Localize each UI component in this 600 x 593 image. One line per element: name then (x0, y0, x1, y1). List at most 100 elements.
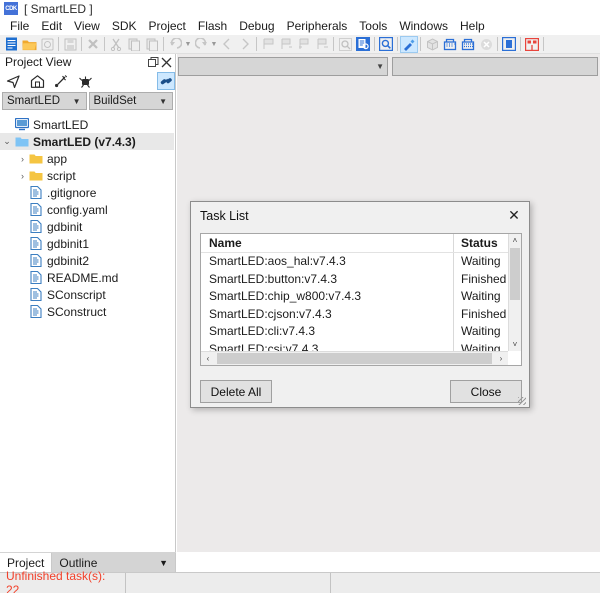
status-bar: Unfinished task(s): 22 (0, 569, 600, 593)
close-button[interactable]: Close (450, 380, 522, 403)
tree-item-script[interactable]: › script (0, 167, 174, 184)
menu-windows[interactable]: Windows (393, 18, 454, 34)
menu-help[interactable]: Help (454, 18, 491, 34)
tree-twisty-collapsed[interactable]: › (0, 171, 28, 181)
dialog-title-bar: Task List ✕ (191, 202, 529, 229)
close-panel-icon[interactable] (160, 56, 173, 69)
scroll-right-icon[interactable]: › (494, 354, 508, 363)
resize-grip[interactable] (518, 397, 526, 405)
menu-edit[interactable]: Edit (35, 18, 68, 34)
close-icon[interactable]: ✕ (503, 206, 525, 226)
link-icon[interactable] (157, 72, 175, 90)
stop-icon (477, 36, 495, 53)
chevron-down-icon[interactable]: ▼ (149, 558, 168, 568)
file-icon (28, 186, 44, 199)
project-tree[interactable]: SmartLED ⌄ SmartLED (v7.4.3) › app › scr… (0, 116, 174, 552)
horizontal-scroll-track[interactable] (215, 353, 494, 364)
undo-icon (166, 36, 184, 53)
components-icon[interactable] (52, 72, 70, 90)
file-icon (28, 288, 44, 301)
toolbar-separator (333, 37, 334, 51)
home-icon[interactable] (28, 72, 46, 90)
toolbar-separator (543, 37, 544, 51)
project-selector-combo[interactable]: SmartLED ▼ (2, 92, 87, 110)
float-panel-icon[interactable] (147, 56, 160, 69)
editor-file-combo[interactable]: ▼ (178, 56, 388, 76)
bookmark-next-icon (277, 36, 295, 53)
tree-item-gitignore[interactable]: .gitignore (0, 184, 174, 201)
horizontal-scroll-thumb[interactable] (217, 353, 492, 364)
task-name: SmartLED:aos_hal:v7.4.3 (201, 252, 454, 270)
new-file-icon[interactable] (2, 36, 20, 53)
chevron-down-icon: ▼ (72, 96, 81, 106)
folder-icon (28, 153, 44, 165)
tree-item-config-yaml[interactable]: config.yaml (0, 201, 174, 218)
tab-outline-label: Outline (59, 555, 98, 570)
table-header-row: Name Status (201, 234, 521, 252)
toolbar-separator (163, 37, 164, 51)
search-icon[interactable] (377, 36, 395, 53)
tree-item-readme[interactable]: README.md (0, 269, 174, 286)
tree-item-app[interactable]: › app (0, 150, 174, 167)
debug-icon[interactable] (500, 36, 518, 53)
table-row[interactable]: SmartLED:cjson:v7.4.3 Finished (201, 305, 521, 323)
column-header-name[interactable]: Name (201, 234, 454, 252)
copy-icon (125, 36, 143, 53)
delete-all-button[interactable]: Delete All (200, 380, 272, 403)
table-row[interactable]: SmartLED:aos_hal:v7.4.3 Waiting (201, 252, 521, 270)
menu-project[interactable]: Project (143, 18, 192, 34)
tree-item-workspace[interactable]: SmartLED (0, 116, 174, 133)
find-in-files-icon[interactable] (354, 36, 372, 53)
menu-peripherals[interactable]: Peripherals (281, 18, 354, 34)
main-toolbar: ▼ ▼ (0, 35, 600, 54)
menu-view[interactable]: View (68, 18, 106, 34)
tree-item-gdbinit1[interactable]: gdbinit1 (0, 235, 174, 252)
close-icon (84, 36, 102, 53)
scroll-down-icon[interactable]: ˅ (509, 338, 521, 351)
status-cell-2 (126, 572, 331, 593)
file-icon (28, 203, 44, 216)
flash-download-icon[interactable] (441, 36, 459, 53)
status-cell-3 (331, 573, 600, 593)
flash-erase-icon[interactable] (459, 36, 477, 53)
toolbar-separator (420, 37, 421, 51)
tree-item-project-root[interactable]: ⌄ SmartLED (v7.4.3) (0, 133, 174, 150)
cut-icon (107, 36, 125, 53)
menu-debug[interactable]: Debug (233, 18, 280, 34)
menu-sdk[interactable]: SDK (106, 18, 143, 34)
task-list-rows[interactable]: Name Status SmartLED:aos_hal:v7.4.3 Wait… (201, 234, 521, 365)
locate-icon[interactable] (4, 72, 22, 90)
tree-twisty-expanded[interactable]: ⌄ (0, 136, 14, 147)
editor-symbol-combo[interactable] (392, 56, 598, 76)
tree-item-sconstruct[interactable]: SConstruct (0, 303, 174, 320)
menu-file[interactable]: File (4, 18, 35, 34)
buildset-selector-combo[interactable]: BuildSet ▼ (88, 92, 173, 110)
scroll-up-icon[interactable]: ˄ (509, 234, 521, 247)
project-view-title: Project View (5, 55, 72, 69)
tree-twisty-collapsed[interactable]: › (0, 154, 28, 164)
bookmark-prev-icon (295, 36, 313, 53)
chip-icon[interactable] (76, 72, 94, 90)
table-row[interactable]: SmartLED:chip_w800:v7.4.3 Waiting (201, 287, 521, 305)
folder-icon (28, 170, 44, 182)
tree-item-sconscript[interactable]: SConscript (0, 286, 174, 303)
open-folder-icon[interactable] (20, 36, 38, 53)
menu-flash[interactable]: Flash (192, 18, 233, 34)
buildset-selector-value: BuildSet (93, 95, 137, 107)
tree-item-gdbinit[interactable]: gdbinit (0, 218, 174, 235)
vertical-scroll-thumb[interactable] (510, 248, 520, 300)
vertical-scrollbar[interactable]: ˄ ˅ (508, 234, 521, 351)
table-row[interactable]: SmartLED:button:v7.4.3 Finished (201, 270, 521, 288)
tree-item-gdbinit2[interactable]: gdbinit2 (0, 252, 174, 269)
task-list-dialog: Task List ✕ Name Status SmartLED:aos_hal… (190, 201, 530, 408)
toolbar-separator (520, 37, 521, 51)
horizontal-scrollbar[interactable]: ‹ › (201, 351, 508, 365)
table-row[interactable]: SmartLED:cli:v7.4.3 Waiting (201, 322, 521, 340)
status-unfinished-tasks[interactable]: Unfinished task(s): 22 (0, 569, 126, 593)
serial-tool-icon[interactable] (523, 36, 541, 53)
scroll-left-icon[interactable]: ‹ (201, 354, 215, 363)
file-icon (28, 220, 44, 233)
build-icon[interactable] (400, 35, 418, 53)
file-icon (28, 271, 44, 284)
menu-tools[interactable]: Tools (353, 18, 393, 34)
